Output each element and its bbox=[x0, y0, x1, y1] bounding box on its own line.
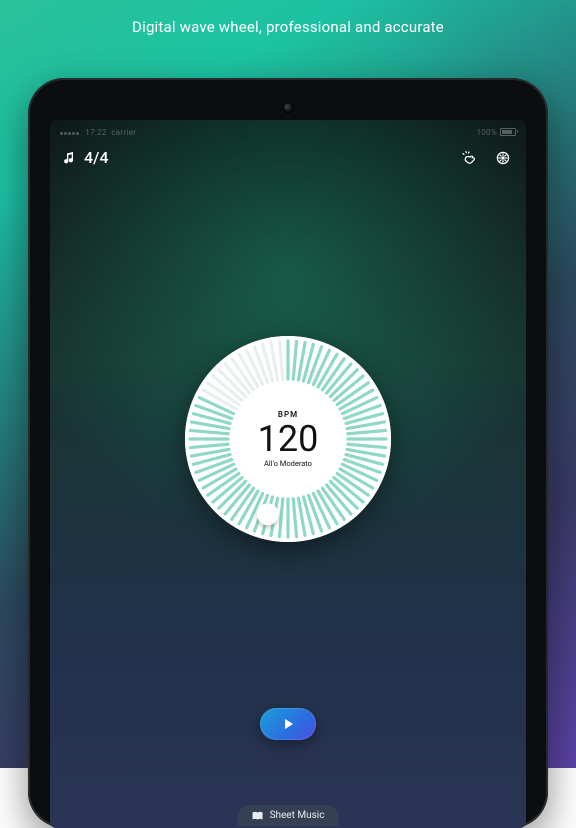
device-frame: 17:22 carrier 100% 4/4 bbox=[28, 78, 548, 828]
status-bar: 17:22 carrier 100% bbox=[50, 120, 526, 140]
book-icon bbox=[252, 811, 264, 821]
play-button[interactable] bbox=[260, 708, 316, 740]
device-camera bbox=[284, 103, 293, 112]
play-icon bbox=[281, 717, 295, 731]
app-screen: 17:22 carrier 100% 4/4 bbox=[50, 120, 526, 828]
sheet-music-label: Sheet Music bbox=[270, 810, 325, 821]
note-icon bbox=[64, 151, 76, 165]
time-signature-control[interactable]: 4/4 bbox=[64, 148, 108, 167]
tap-tempo-button[interactable] bbox=[460, 149, 478, 167]
wheel-knob[interactable] bbox=[257, 503, 279, 525]
sheet-music-button[interactable]: Sheet Music bbox=[238, 805, 339, 826]
bpm-value: 120 bbox=[258, 421, 319, 457]
top-bar: 4/4 bbox=[50, 140, 526, 167]
settings-button[interactable] bbox=[494, 149, 512, 167]
tempo-name: All'o Moderato bbox=[264, 459, 312, 468]
battery-icon: 100% bbox=[476, 128, 516, 137]
time-signature-value: 4/4 bbox=[84, 148, 108, 167]
wheel-center: BPM 120 All'o Moderato bbox=[232, 383, 344, 495]
marketing-caption: Digital wave wheel, professional and acc… bbox=[0, 18, 576, 36]
status-time: 17:22 carrier bbox=[60, 128, 136, 137]
tempo-wheel[interactable]: BPM 120 All'o Moderato bbox=[185, 336, 391, 542]
